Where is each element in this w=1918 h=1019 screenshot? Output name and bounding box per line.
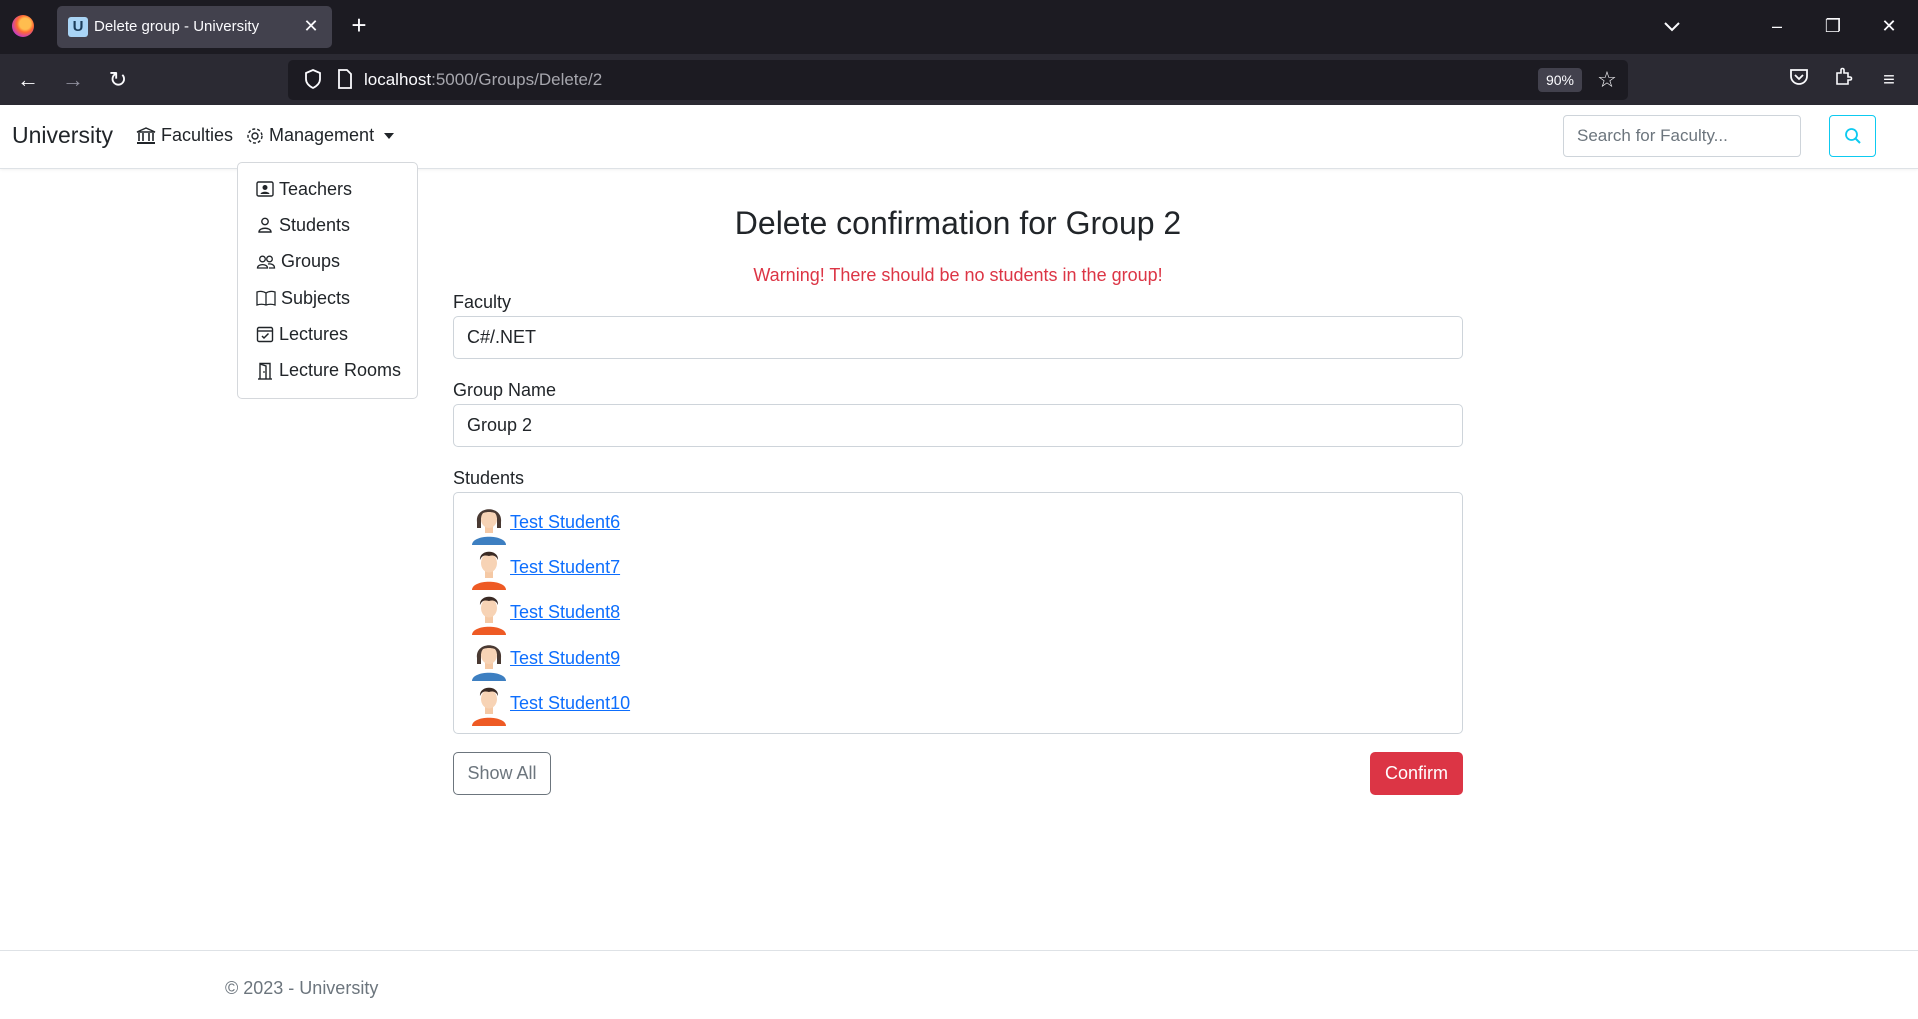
menu-item-lectures[interactable]: Lectures xyxy=(238,316,417,352)
menu-item-groups[interactable]: Groups xyxy=(238,244,417,280)
menu-item-teachers[interactable]: Teachers xyxy=(238,171,417,207)
menu-item-label: Teachers xyxy=(279,178,353,199)
student-item: Test Student9 xyxy=(470,636,1462,681)
people-icon xyxy=(256,255,276,269)
reload-icon[interactable]: ↻ xyxy=(102,64,134,96)
search-button[interactable] xyxy=(1829,115,1876,157)
tab-title: Delete group - University xyxy=(94,18,260,35)
brand-link[interactable]: University xyxy=(12,122,113,149)
tab-list-chevron-icon[interactable] xyxy=(1652,12,1692,40)
footer-copyright: © 2023 - University xyxy=(225,978,379,998)
url-path: :5000/Groups/Delete/2 xyxy=(431,70,603,89)
menu-item-students[interactable]: Students xyxy=(238,207,417,243)
student-item: Test Student7 xyxy=(470,545,1462,591)
url-text[interactable]: localhost:5000/Groups/Delete/2 xyxy=(364,70,602,90)
calendar-check-icon xyxy=(256,327,274,343)
student-item: Test Student6 xyxy=(470,500,1462,546)
student-link[interactable]: Test Student6 xyxy=(510,512,620,533)
student-link[interactable]: Test Student8 xyxy=(510,602,620,623)
search-input[interactable] xyxy=(1563,115,1801,157)
management-dropdown: Teachers Students Groups Subjects Lectur… xyxy=(237,162,418,399)
nav-faculties[interactable]: Faculties xyxy=(136,125,233,146)
door-icon xyxy=(258,362,272,380)
gear-icon xyxy=(247,127,263,144)
firefox-logo-icon[interactable] xyxy=(12,15,34,37)
footer: © 2023 - University xyxy=(0,950,1918,1019)
teacher-icon xyxy=(256,181,274,197)
menu-item-label: Lectures xyxy=(279,323,349,344)
browser-toolbar: ← → ↻ localhost:5000/Groups/Delete/2 90%… xyxy=(0,54,1918,105)
new-tab-icon[interactable]: + xyxy=(346,12,372,40)
app-navbar: University Faculties Management xyxy=(0,105,1918,169)
nav-management-toggle[interactable]: Management xyxy=(246,125,395,146)
menu-item-label: Subjects xyxy=(281,287,351,308)
male-avatar-icon xyxy=(472,687,506,726)
female-avatar-icon xyxy=(472,644,506,681)
confirm-button[interactable]: Confirm xyxy=(1370,752,1463,795)
page-info-icon[interactable] xyxy=(334,69,356,91)
group-name-label: Group Name xyxy=(453,380,557,400)
pocket-icon[interactable] xyxy=(1783,64,1815,96)
address-bar[interactable]: localhost:5000/Groups/Delete/2 90% ☆ xyxy=(288,60,1628,100)
browser-tab[interactable]: U Delete group - University ✕ xyxy=(57,6,332,48)
back-arrow-icon[interactable]: ← xyxy=(12,64,44,96)
browser-tab-bar: U Delete group - University ✕ + – ❐ ✕ xyxy=(0,0,1918,54)
nav-management-label: Management xyxy=(269,125,375,145)
faculty-label: Faculty xyxy=(453,292,512,312)
page-title: Delete confirmation for Group 2 xyxy=(734,205,1182,241)
student-link[interactable]: Test Student9 xyxy=(510,648,620,669)
restore-icon[interactable]: ❐ xyxy=(1813,12,1853,40)
menu-icon[interactable]: ≡ xyxy=(1873,64,1905,96)
male-avatar-icon xyxy=(472,552,506,591)
bookmark-star-icon[interactable]: ☆ xyxy=(1594,67,1620,93)
book-icon xyxy=(256,290,276,306)
student-item: Test Student10 xyxy=(470,681,1462,726)
student-item: Test Student8 xyxy=(470,590,1462,636)
group-name-field: Group 2 xyxy=(453,404,1463,447)
shield-icon[interactable] xyxy=(302,69,324,91)
show-all-button[interactable]: Show All xyxy=(453,752,551,795)
menu-item-label: Students xyxy=(279,214,351,235)
tab-favicon: U xyxy=(68,17,88,37)
student-link[interactable]: Test Student10 xyxy=(510,693,630,714)
menu-item-subjects[interactable]: Subjects xyxy=(238,280,417,316)
male-avatar-icon xyxy=(472,597,506,636)
female-avatar-icon xyxy=(472,509,506,546)
forward-arrow-icon[interactable]: → xyxy=(57,64,89,96)
menu-item-label: Lecture Rooms xyxy=(279,360,402,381)
students-list: Test Student6 Test Student7 Test Student… xyxy=(453,492,1463,734)
warning-message: Warning! There should be no students in … xyxy=(753,265,1163,285)
menu-item-label: Groups xyxy=(281,251,341,272)
faculty-field: C#/.NET xyxy=(453,316,1463,359)
person-icon xyxy=(258,218,272,234)
extensions-icon[interactable] xyxy=(1828,64,1860,96)
student-link[interactable]: Test Student7 xyxy=(510,557,620,578)
search-icon xyxy=(1844,128,1861,144)
url-host: localhost xyxy=(364,70,432,89)
close-window-icon[interactable]: ✕ xyxy=(1869,12,1909,40)
close-tab-icon[interactable]: ✕ xyxy=(300,15,322,37)
caret-down-icon xyxy=(384,132,395,139)
minimize-icon[interactable]: – xyxy=(1757,12,1797,40)
menu-item-lecture-rooms[interactable]: Lecture Rooms xyxy=(238,352,417,388)
bank-icon xyxy=(136,126,156,144)
students-label: Students xyxy=(453,468,525,488)
nav-faculties-label: Faculties xyxy=(161,125,234,145)
zoom-badge[interactable]: 90% xyxy=(1538,68,1582,92)
